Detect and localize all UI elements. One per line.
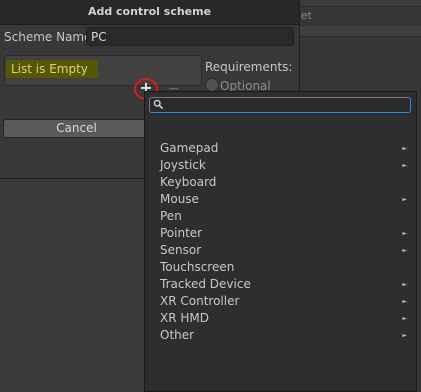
chevron-right-icon: ► (402, 247, 407, 254)
scheme-name-label: Scheme Name (4, 30, 92, 44)
chevron-right-icon: ► (402, 230, 407, 237)
cancel-button[interactable]: Cancel (3, 119, 150, 138)
search-icon (153, 99, 164, 110)
menu-item-label: Sensor (160, 243, 202, 257)
optional-radio[interactable] (205, 78, 219, 92)
menu-item-label: XR Controller (160, 294, 240, 308)
menu-item-label: Gamepad (160, 141, 219, 155)
background-strip (292, 26, 421, 37)
scheme-name-input[interactable] (86, 27, 294, 46)
menu-search-input[interactable] (166, 98, 406, 112)
menu-item-label: Mouse (160, 192, 199, 206)
menu-item-pointer[interactable]: Pointer ► (145, 225, 416, 242)
chevron-right-icon: ► (402, 196, 407, 203)
menu-item-label: Other (160, 328, 195, 342)
chevron-right-icon: ► (402, 162, 407, 169)
menu-item-gamepad[interactable]: Gamepad ► (145, 140, 416, 157)
menu-item-sensor[interactable]: Sensor ► (145, 242, 416, 259)
menu-item-label: Tracked Device (160, 277, 251, 291)
menu-item-keyboard[interactable]: Keyboard (145, 174, 416, 191)
menu-item-label: Pen (160, 209, 182, 223)
menu-item-pen[interactable]: Pen (145, 208, 416, 225)
menu-item-label: Touchscreen (160, 260, 235, 274)
menu-item-touchscreen[interactable]: Touchscreen (145, 259, 416, 276)
chevron-right-icon: ► (402, 332, 407, 339)
requirements-label: Requirements: (205, 60, 293, 74)
dialog-title: Add control scheme (0, 0, 299, 25)
menu-item-tracked-device[interactable]: Tracked Device ► (145, 276, 416, 293)
chevron-right-icon: ► (402, 145, 407, 152)
add-device-menu: Gamepad ► Joystick ► Keyboard Mouse ► Pe… (144, 91, 417, 392)
list-empty-text: List is Empty (6, 60, 98, 78)
menu-search-field[interactable] (149, 97, 411, 113)
menu-item-xr-hmd[interactable]: XR HMD ► (145, 310, 416, 327)
background-tab[interactable]: set (292, 6, 421, 26)
chevron-right-icon: ► (402, 281, 407, 288)
chevron-right-icon: ► (402, 298, 407, 305)
menu-item-label: Pointer (160, 226, 203, 240)
menu-item-label: Joystick (160, 158, 206, 172)
menu-item-mouse[interactable]: Mouse ► (145, 191, 416, 208)
chevron-right-icon: ► (402, 315, 407, 322)
menu-item-label: XR HMD (160, 311, 209, 325)
menu-item-joystick[interactable]: Joystick ► (145, 157, 416, 174)
menu-item-label: Keyboard (160, 175, 217, 189)
menu-item-xr-controller[interactable]: XR Controller ► (145, 293, 416, 310)
menu-item-other[interactable]: Other ► (145, 327, 416, 344)
